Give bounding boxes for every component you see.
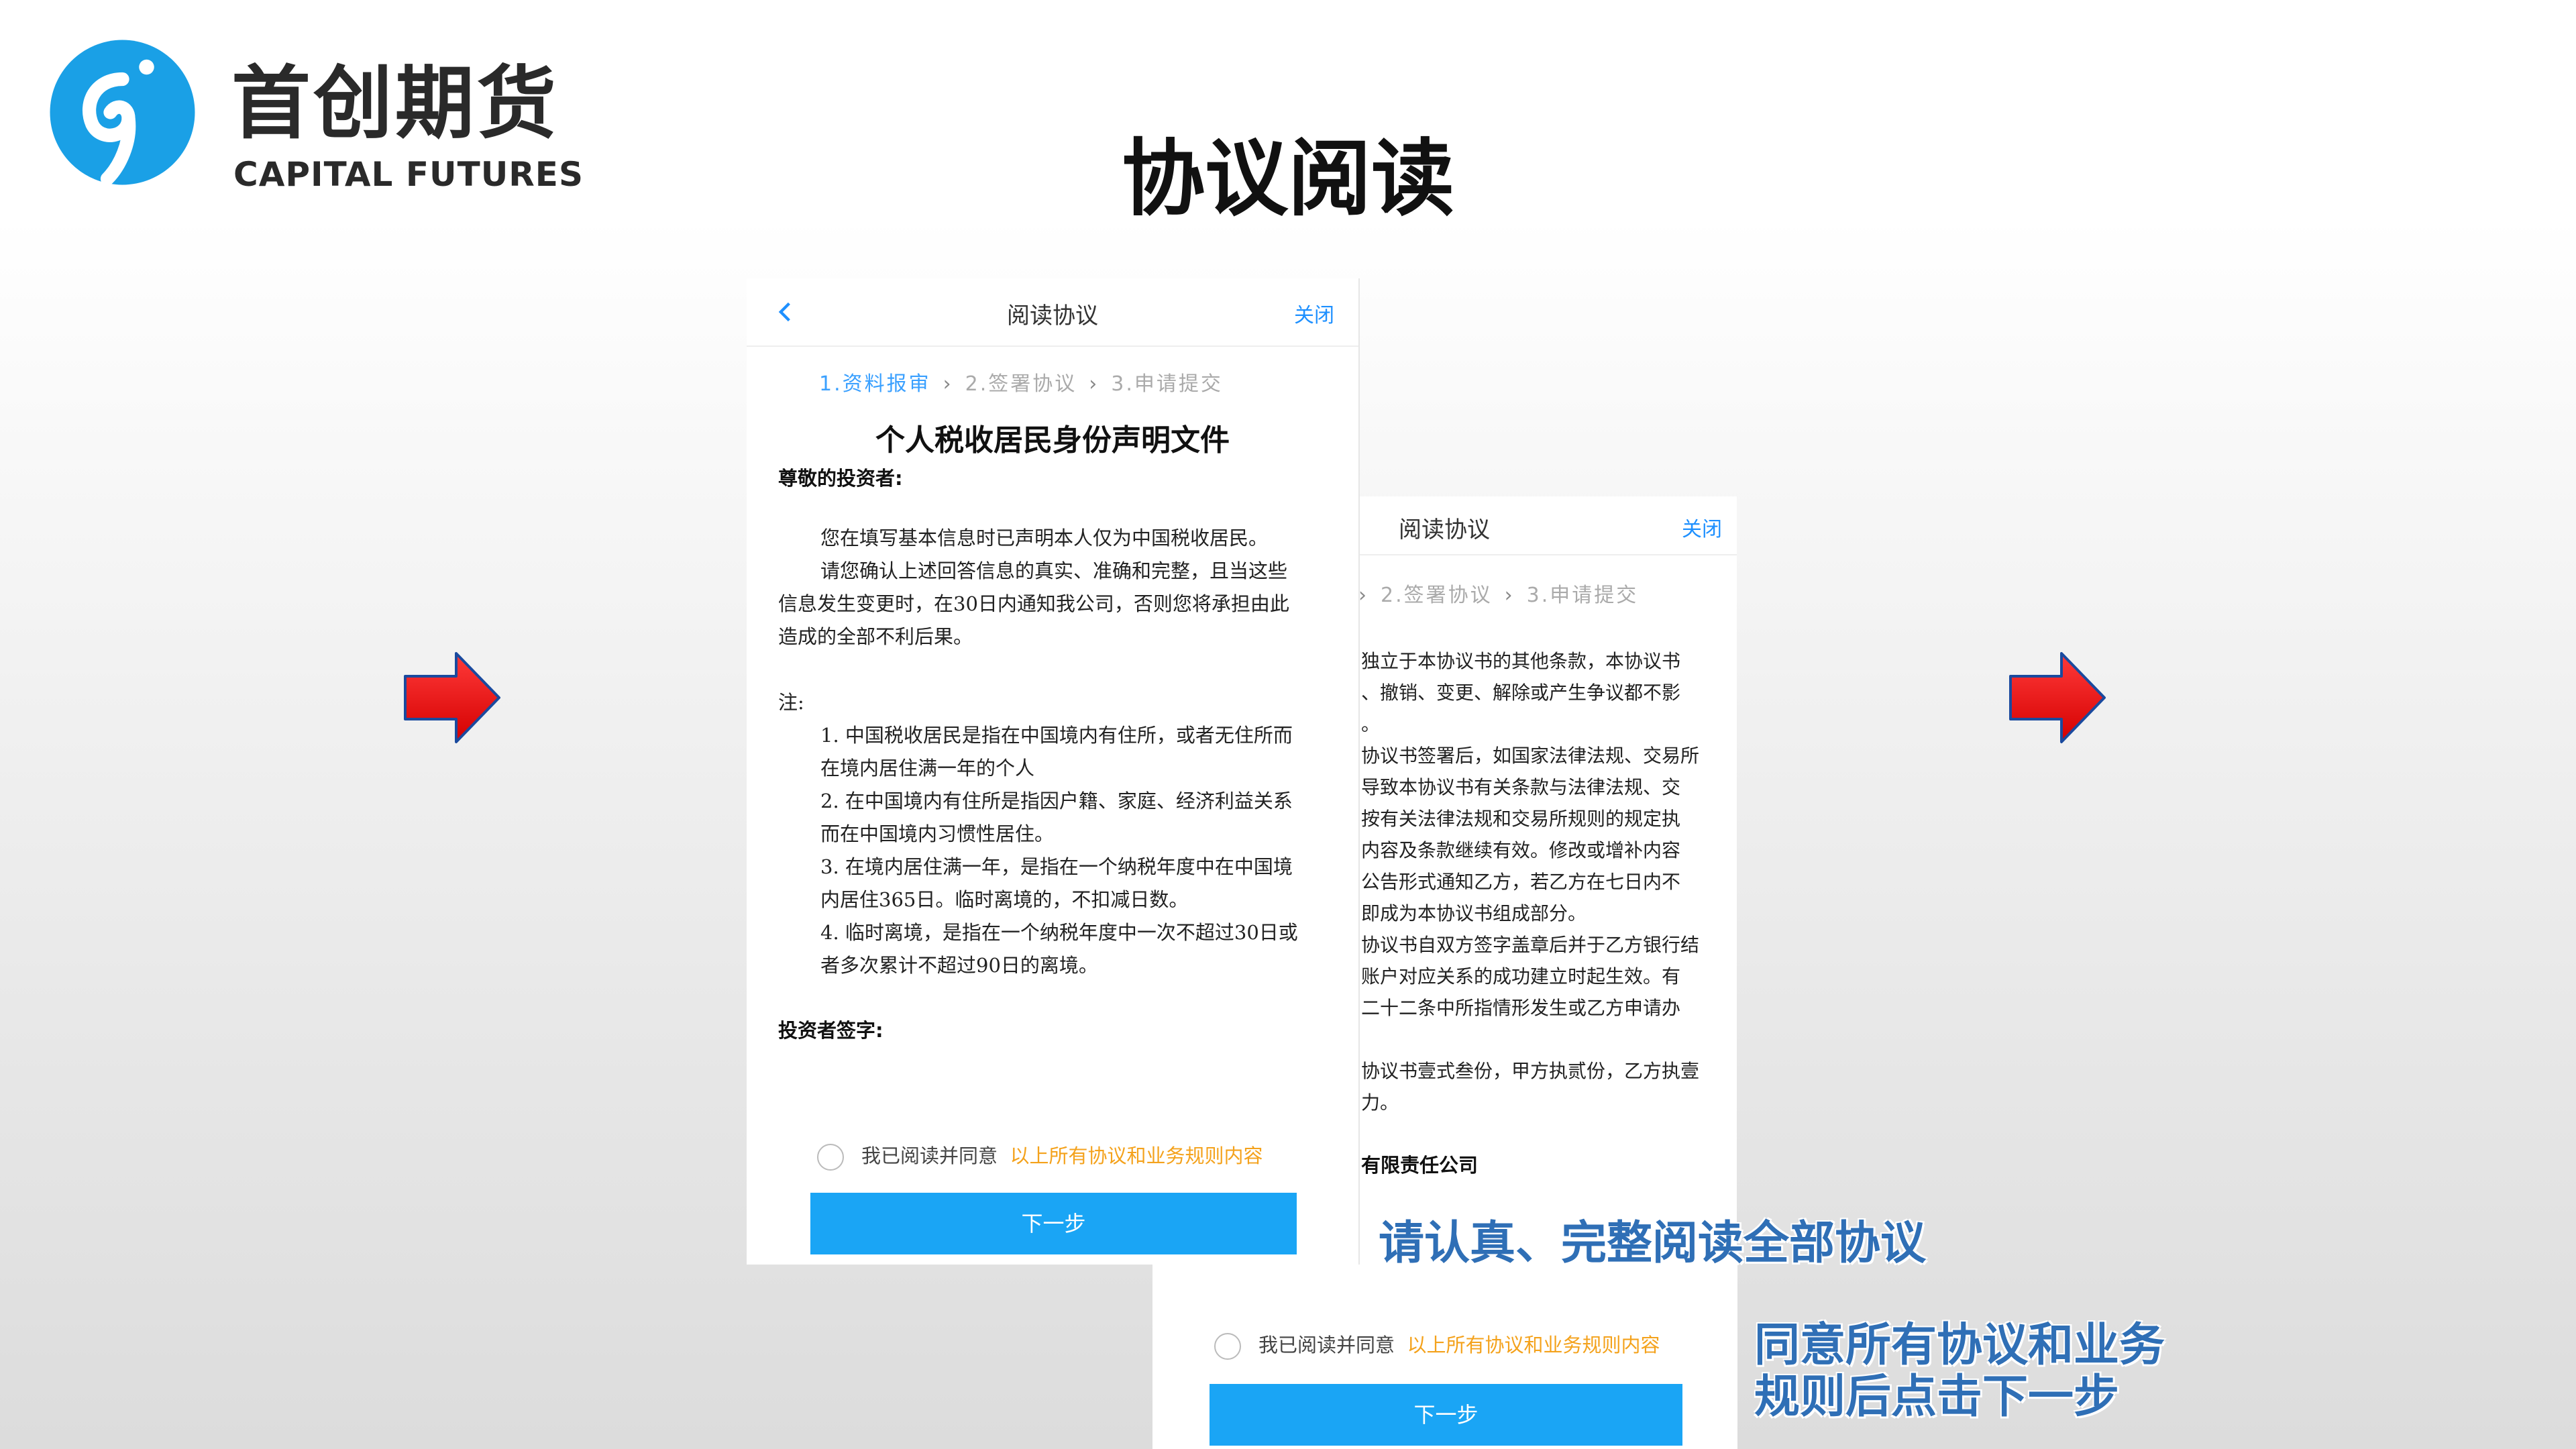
paragraph: 请您确认上述回答信息的真实、准确和完整，且当这些 xyxy=(820,559,1288,582)
agree-text: 我已阅读并同意 xyxy=(861,1144,998,1167)
agreement-line: 账户对应关系的成功建立时起生效。有 xyxy=(1361,965,1681,987)
note-line: 而在中国境内习惯性居住。 xyxy=(820,822,1055,845)
page-title: 协议阅读 xyxy=(1121,131,1454,227)
close-button[interactable]: 关闭 xyxy=(1294,299,1334,328)
chevron-right-icon: › xyxy=(1504,584,1515,607)
agree-link[interactable]: 以上所有协议和业务规则内容 xyxy=(1010,1144,1263,1167)
note-line: 者多次累计不超过90日的离境。 xyxy=(820,954,1098,977)
step-3: 3.申请提交 xyxy=(1526,584,1639,607)
agreement-text: 独立于本协议书的其他条款，本协议书 、撤销、变更、解除或产生争议都不影 。 协议… xyxy=(1361,645,1737,1181)
agree-radio[interactable] xyxy=(1214,1333,1241,1360)
nav-title: 阅读协议 xyxy=(1007,303,1098,329)
agreement-screen-end-footer: 我已阅读并同意 以上所有协议和业务规则内容 下一步 xyxy=(1152,1261,1737,1449)
capital-futures-logo-icon xyxy=(50,40,195,186)
step-1: 1.资料报审 xyxy=(819,372,931,396)
agreement-line: 协议书自双方签字盖章后并于乙方银行结 xyxy=(1361,934,1700,956)
agree-row: 我已阅读并同意 以上所有协议和业务规则内容 xyxy=(1214,1330,1660,1360)
note-line: 2. 在中国境内有住所是指因户籍、家庭、经济利益关系 xyxy=(820,790,1293,812)
chevron-right-icon: › xyxy=(1089,372,1099,396)
chevron-right-icon: › xyxy=(1358,584,1368,607)
step-2: 2.签署协议 xyxy=(1381,584,1493,607)
agreement-line: 即成为本协议书组成部分。 xyxy=(1361,902,1587,924)
agreement-line: 公告形式通知乙方，若乙方在七日内不 xyxy=(1361,871,1681,893)
agreement-line: 导致本协议书有关条款与法律法规、交 xyxy=(1361,776,1681,798)
caption-read-all: 请认真、完整阅读全部协议 xyxy=(1379,1217,1927,1270)
agreement-line: 按有关法律法规和交易所规则的规定执 xyxy=(1361,808,1681,830)
greeting: 尊敬的投资者: xyxy=(778,467,903,490)
document-title: 个人税收居民身份声明文件 xyxy=(875,423,1230,458)
declaration-body: 您在填写基本信息时已声明本人仅为中国税收居民。 请您确认上述回答信息的真实、准确… xyxy=(778,522,1335,982)
agree-row: 我已阅读并同意 以上所有协议和业务规则内容 xyxy=(817,1140,1263,1171)
step-3: 3.申请提交 xyxy=(1111,372,1223,396)
paragraph: 您在填写基本信息时已声明本人仅为中国税收居民。 xyxy=(820,527,1269,549)
note-line: 在境内居住满一年的个人 xyxy=(820,757,1035,780)
agreement-line: 协议书壹式叁份，甲方执贰份，乙方执壹 xyxy=(1361,1060,1700,1082)
next-button[interactable]: 下一步 xyxy=(810,1193,1297,1254)
company-name: 有限责任公司 xyxy=(1361,1154,1479,1177)
agreement-line: 、撤销、变更、解除或产生争议都不影 xyxy=(1361,682,1681,704)
agree-text: 我已阅读并同意 xyxy=(1258,1334,1395,1356)
step-indicator: › 2.签署协议 › 3.申请提交 xyxy=(1358,578,1638,608)
agreement-screen-tax: 阅读协议 关闭 1.资料报审 › 2.签署协议 › 3.申请提交 个人税收居民身份声明文… xyxy=(747,278,1360,1265)
note-line: 3. 在境内居住满一年，是指在一个纳税年度中在中国境 xyxy=(820,855,1293,878)
agreement-line: 。 xyxy=(1361,713,1381,735)
caption-agree-line1: 同意所有协议和业务 xyxy=(1754,1319,2165,1372)
brand-name-en: CAPITAL FUTURES xyxy=(233,155,584,194)
agree-link[interactable]: 以上所有协议和业务规则内容 xyxy=(1407,1334,1660,1356)
agreement-line: 协议书签署后，如国家法律法规、交易所 xyxy=(1361,745,1700,767)
close-button[interactable]: 关闭 xyxy=(1682,513,1722,542)
agreement-line: 二十二条中所指情形发生或乙方申请办 xyxy=(1361,997,1681,1019)
nav-title: 阅读协议 xyxy=(1399,517,1490,543)
note-line: 4. 临时离境，是指在一个纳税年度中一次不超过30日或 xyxy=(820,921,1298,944)
agreement-line xyxy=(1361,1024,1737,1055)
paragraph: 造成的全部不利后果。 xyxy=(778,625,973,648)
nav-bar: 阅读协议 关闭 xyxy=(747,278,1358,347)
agreement-line: 内容及条款继续有效。修改或增补内容 xyxy=(1361,839,1681,861)
agreement-line: 力。 xyxy=(1361,1091,1399,1114)
step-2: 2.签署协议 xyxy=(965,372,1077,396)
signature-label: 投资者签字: xyxy=(778,1019,883,1042)
agreement-line: 独立于本协议书的其他条款，本协议书 xyxy=(1361,650,1681,672)
note-line: 内居住365日。临时离境的，不扣减日数。 xyxy=(820,888,1189,911)
next-button[interactable]: 下一步 xyxy=(1210,1384,1682,1446)
agree-radio[interactable] xyxy=(817,1144,844,1171)
chevron-right-icon: › xyxy=(943,372,953,396)
arrow-right-icon xyxy=(2009,652,2106,743)
caption-agree-line2: 规则后点击下一步 xyxy=(1754,1371,2120,1424)
paragraph: 信息发生变更时，在30日内通知我公司，否则您将承担由此 xyxy=(778,592,1289,615)
arrow-right-icon xyxy=(404,652,500,743)
nav-bar: 阅读协议 关闭 xyxy=(1358,496,1737,555)
agreement-line xyxy=(1361,1118,1737,1150)
note-line: 1. 中国税收居民是指在中国境内有住所，或者无住所而 xyxy=(820,724,1293,747)
note-label: 注: xyxy=(778,691,804,714)
brand-name-cn: 首创期货 xyxy=(231,57,559,150)
step-indicator: 1.资料报审 › 2.签署协议 › 3.申请提交 xyxy=(819,367,1223,396)
